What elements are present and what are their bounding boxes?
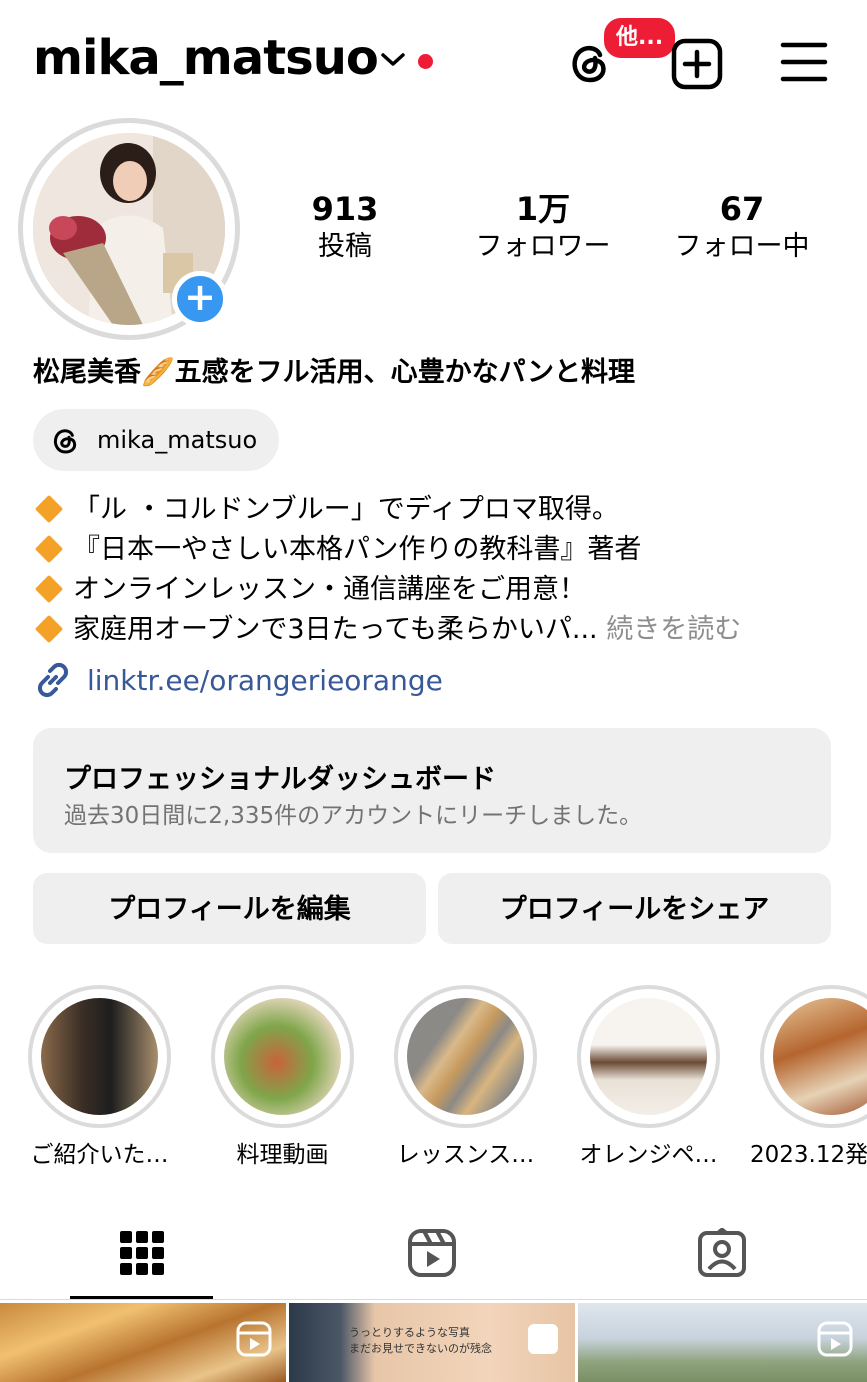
highlight-ring <box>760 985 867 1128</box>
dashboard-title: プロフェッショナルダッシュボード <box>64 764 496 795</box>
grid-icon[interactable] <box>117 1228 167 1278</box>
stat-posts-value: 913 <box>311 190 379 228</box>
stat-following[interactable]: 67 フォロー中 <box>642 190 842 266</box>
threads-handle: mika_matsuo <box>97 426 258 454</box>
add-story-button[interactable]: + <box>172 271 228 327</box>
new-post-icon[interactable] <box>671 38 723 90</box>
bio-line-text: 「ル ・コルドンブルー」でディプロマ取得。 <box>73 494 619 525</box>
highlight-ring <box>577 985 720 1128</box>
stat-following-value: 67 <box>719 190 765 228</box>
highlight-label: オレンジペ… <box>579 1142 718 1168</box>
stat-followers-value: 1万 <box>515 190 571 228</box>
bio-line: 「ル ・コルドンブルー」でディプロマ取得。 <box>33 490 741 530</box>
threads-profile-chip[interactable]: mika_matsuo <box>33 409 280 471</box>
bio-line: 『日本一やさしい本格パン作りの教科書』著者 <box>33 530 741 570</box>
read-more-link[interactable]: 続きを読む <box>606 614 741 645</box>
carousel-icon <box>528 1324 558 1354</box>
threads-badge[interactable]: 他... <box>601 15 679 61</box>
full-name: 松尾美香🥖五感をフル活用、心豊かなパンと料理 <box>33 357 635 388</box>
chevron-down-icon[interactable] <box>380 50 406 70</box>
reels-icon <box>817 1321 853 1357</box>
username-title[interactable]: mika_matsuo <box>33 30 379 86</box>
share-profile-button[interactable]: プロフィールをシェア <box>438 873 831 944</box>
post-thumbnail[interactable] <box>578 1303 867 1382</box>
reels-icon[interactable] <box>407 1228 457 1278</box>
highlight-cover <box>590 998 707 1115</box>
stat-following-label: フォロー中 <box>674 231 810 262</box>
story-highlight[interactable]: 2023.12発 <box>750 985 867 1168</box>
tabs-divider <box>0 1299 867 1300</box>
threads-icon <box>53 429 77 454</box>
highlight-ring <box>394 985 537 1128</box>
tagged-icon[interactable] <box>697 1228 747 1278</box>
diamond-icon <box>34 534 64 564</box>
reels-icon <box>236 1321 272 1357</box>
bio-line-text: 『日本一やさしい本格パン作りの教科書』著者 <box>73 534 642 565</box>
highlight-ring <box>28 985 171 1128</box>
profile-link[interactable]: linktr.ee/orangerieorange <box>33 660 443 700</box>
stat-followers-label: フォロワー <box>475 231 611 262</box>
story-highlight[interactable]: 料理動画 <box>211 985 354 1168</box>
highlight-cover <box>41 998 158 1115</box>
highlight-cover <box>224 998 341 1115</box>
link-icon <box>37 662 69 698</box>
diamond-icon <box>34 614 64 644</box>
bio-line-text: オンラインレッスン・通信講座をご用意！ <box>73 574 586 605</box>
highlight-cover <box>773 998 867 1115</box>
bio-text: 「ル ・コルドンブルー」でディプロマ取得。 『日本一やさしい本格パン作りの教科書… <box>33 490 741 650</box>
highlight-cover <box>407 998 524 1115</box>
hamburger-menu-icon[interactable] <box>780 40 828 84</box>
diamond-icon <box>34 494 64 524</box>
bio-line: 家庭用オーブンで3日たっても柔らかいパ... 続きを読む <box>33 610 741 650</box>
story-highlight[interactable]: オレンジペ… <box>577 985 720 1168</box>
story-highlight[interactable]: レッスンス… <box>394 985 537 1168</box>
highlight-ring <box>211 985 354 1128</box>
stat-posts[interactable]: 913 投稿 <box>245 190 445 266</box>
profile-link-text: linktr.ee/orangerieorange <box>87 663 443 697</box>
post-thumbnail[interactable] <box>0 1303 286 1382</box>
bio-line-text: 家庭用オーブンで3日たっても柔らかいパ... <box>73 614 598 645</box>
stat-posts-label: 投稿 <box>318 231 372 262</box>
notification-dot <box>418 54 433 69</box>
story-highlight[interactable]: ご紹介いた… <box>28 985 171 1168</box>
highlight-label: 2023.12発 <box>750 1142 867 1168</box>
stat-followers[interactable]: 1万 フォロワー <box>443 190 643 266</box>
edit-profile-button[interactable]: プロフィールを編集 <box>33 873 426 944</box>
post-thumbnail[interactable]: うっとりするような写真 まだお見せできないのが残念 <box>289 1303 575 1382</box>
bio-line: オンラインレッスン・通信講座をご用意！ <box>33 570 741 610</box>
diamond-icon <box>34 574 64 604</box>
dashboard-subtitle: 過去30日間に2,335件のアカウントにリーチしました。 <box>64 803 643 829</box>
